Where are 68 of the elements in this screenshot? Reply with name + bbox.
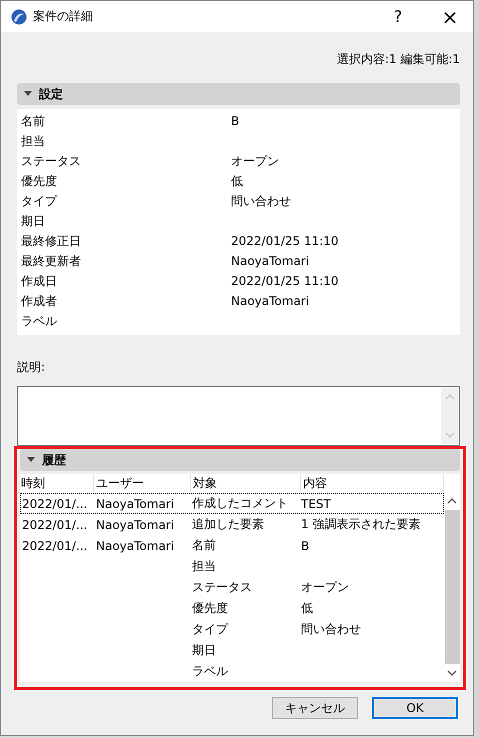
scrollbar-thumb[interactable] <box>444 510 460 664</box>
history-row[interactable]: 2022/01/... NaoyaTomari 追加した要素 1 強調表示された要素 <box>20 514 444 535</box>
scrollbar[interactable] <box>444 474 460 682</box>
history-row[interactable]: 2022/01/... NaoyaTomari 名前 B <box>20 535 444 556</box>
section-header[interactable]: 設定 <box>17 83 460 105</box>
description-label: 説明: <box>17 360 46 374</box>
table-cell: 2022/01/... <box>22 538 88 552</box>
property-name: ステータス <box>21 152 82 170</box>
history-row[interactable]: 優先度 低 <box>20 598 444 619</box>
ok-button[interactable]: OK <box>372 697 458 719</box>
property-name: 優先度 <box>21 172 58 190</box>
property-name: 名前 <box>21 112 46 130</box>
table-cell: 1 強調表示された要素 <box>301 517 420 531</box>
table-cell: 追加した要素 <box>192 517 264 531</box>
property-value: 2022/01/25 11:10 <box>231 274 339 288</box>
property-name: タイプ <box>21 192 58 210</box>
property-name: ラベル <box>21 312 58 330</box>
table-cell: タイプ <box>192 622 228 636</box>
collapse-triangle-icon <box>24 91 32 97</box>
table-cell: NaoyaTomari <box>96 496 174 510</box>
column-header[interactable]: 対象 <box>191 474 301 493</box>
history-row[interactable]: タイプ 問い合わせ <box>20 619 444 640</box>
property-value: B <box>231 114 240 128</box>
history-row[interactable]: 期日 <box>20 640 444 661</box>
table-cell: NaoyaTomari <box>96 518 174 532</box>
property-name: 期日 <box>21 212 46 230</box>
property-value: 2022/01/25 11:10 <box>231 234 339 248</box>
property-value: オープン <box>231 152 279 170</box>
table-cell: ステータス <box>192 580 252 594</box>
table-cell: 低 <box>301 601 313 615</box>
property-name: 最終修正日 <box>21 232 82 250</box>
property-name: 担当 <box>21 132 46 150</box>
selection-info: 選択内容:1 編集可能:1 <box>336 50 460 68</box>
property-name: 作成日 <box>21 272 58 290</box>
table-cell: ラベル <box>192 664 228 678</box>
table-cell: 2022/01/... <box>22 496 88 510</box>
property-value: NaoyaTomari <box>231 294 310 308</box>
history-row[interactable]: 2022/01/... NaoyaTomari 作成したコメント TEST <box>20 493 444 514</box>
history-row[interactable]: 担当 <box>20 556 444 577</box>
table-cell: 名前 <box>192 538 216 552</box>
column-header[interactable]: 時刻 <box>20 474 94 493</box>
table-cell: TEST <box>301 496 331 510</box>
close-button[interactable]: × <box>427 1 473 32</box>
table-cell: 期日 <box>192 643 216 657</box>
table-cell: 優先度 <box>192 601 228 615</box>
column-header[interactable]: ユーザー <box>94 474 191 493</box>
property-value: NaoyaTomari <box>231 254 310 268</box>
table-cell: 作成したコメント <box>192 496 288 510</box>
property-value: 低 <box>231 172 243 190</box>
app-logo-icon <box>11 8 27 24</box>
history-row[interactable]: ステータス オープン <box>20 577 444 598</box>
table-cell: 担当 <box>192 559 216 573</box>
window-title: 案件の詳細 <box>33 8 94 25</box>
table-cell: B <box>301 538 310 552</box>
history-row[interactable]: ラベル <box>20 661 444 682</box>
table-cell: 問い合わせ <box>301 622 361 636</box>
scroll-up-icon[interactable] <box>447 498 457 504</box>
help-button[interactable]: ? <box>375 1 421 32</box>
property-name: 作成者 <box>21 292 58 310</box>
property-name: 最終更新者 <box>21 252 82 270</box>
table-cell: NaoyaTomari <box>96 538 174 552</box>
scroll-down-icon[interactable] <box>447 670 457 676</box>
property-value: 問い合わせ <box>231 192 291 210</box>
table-cell: オープン <box>301 580 349 594</box>
cancel-button[interactable]: キャンセル <box>272 697 358 719</box>
table-cell: 2022/01/... <box>22 518 88 532</box>
section-header[interactable]: 履歴 <box>20 449 460 471</box>
collapse-triangle-icon <box>27 457 35 463</box>
